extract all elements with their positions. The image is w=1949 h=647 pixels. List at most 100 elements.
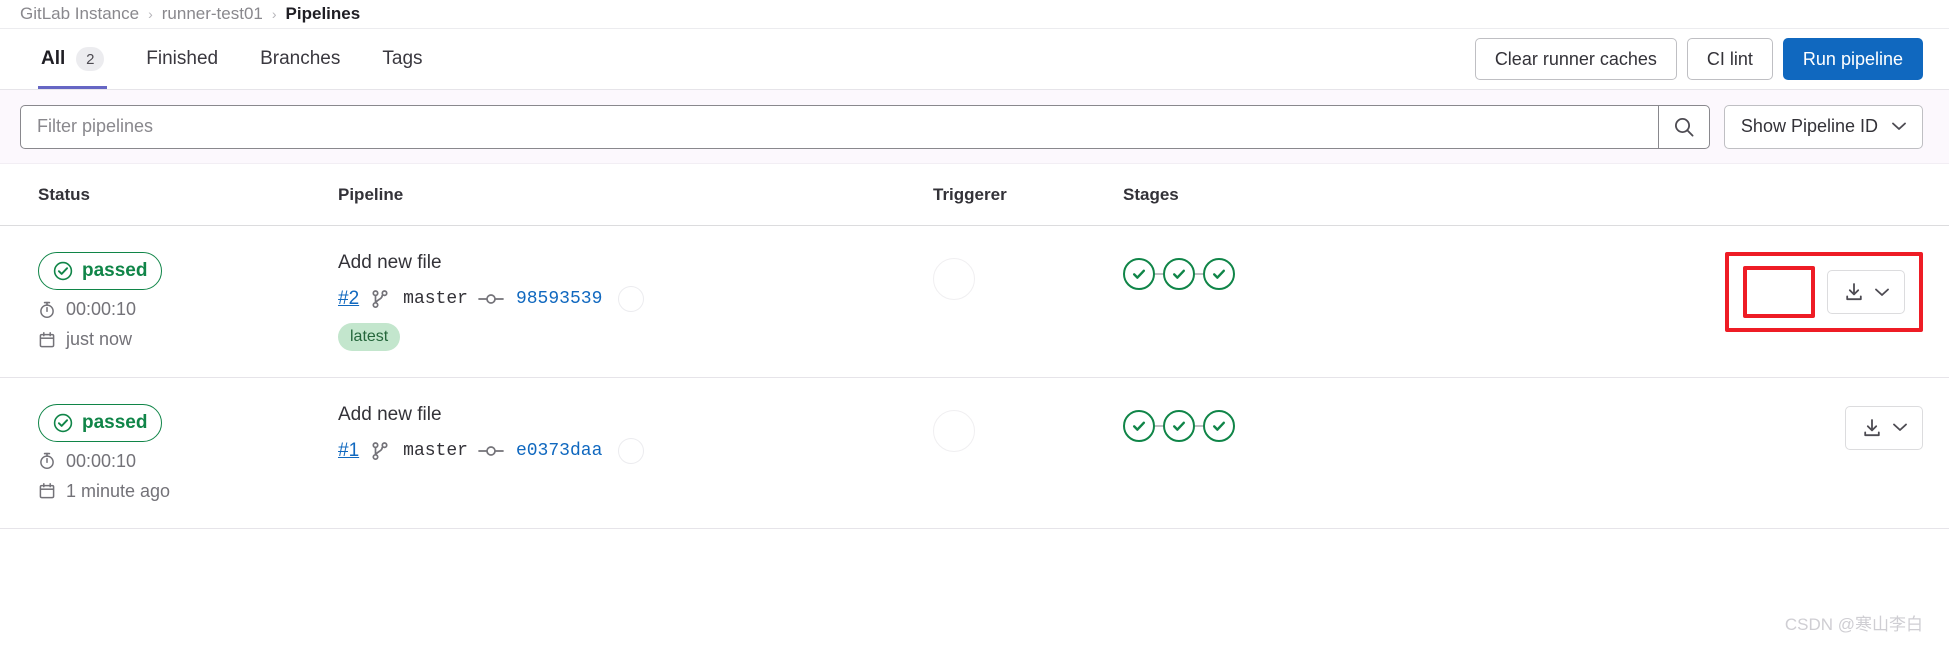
status-badge[interactable]: passed (38, 252, 163, 290)
search-icon (1674, 117, 1694, 137)
tab-branches[interactable]: Branches (239, 29, 361, 89)
ci-lint-button[interactable]: CI lint (1686, 38, 1773, 80)
tab-branches-label: Branches (260, 48, 341, 69)
tab-all-count-badge: 2 (76, 47, 105, 71)
branch-icon (372, 441, 388, 460)
annotation-highlight-box (1725, 252, 1923, 332)
stage-icon-passed[interactable] (1163, 258, 1195, 290)
row-actions-group (1845, 405, 1923, 450)
check-icon (1213, 269, 1225, 279)
check-icon (1173, 421, 1185, 431)
tab-tags-label: Tags (382, 48, 423, 69)
column-header-triggerer: Triggerer (933, 184, 1007, 204)
chevron-down-icon (1892, 122, 1906, 130)
pipeline-refs: #2 master 98593539 (338, 285, 933, 312)
download-icon (1846, 283, 1862, 301)
table-row[interactable]: passed 00:00:10 (0, 378, 1949, 529)
search-button[interactable] (1657, 104, 1710, 149)
check-icon (1133, 421, 1145, 431)
pipelines-table: Status Pipeline Triggerer Stages passed (0, 164, 1949, 529)
pipeline-branch-name[interactable]: master (403, 441, 468, 461)
show-pipeline-id-dropdown[interactable]: Show Pipeline ID (1723, 104, 1923, 149)
tab-all-label: All (41, 48, 66, 69)
stage-icon-passed[interactable] (1203, 409, 1235, 442)
row-duration: 00:00:10 (38, 299, 338, 320)
row-stages-cell (1123, 404, 1453, 442)
row-timestamp: 1 minute ago (38, 481, 338, 502)
tab-finished[interactable]: Finished (125, 29, 239, 89)
commit-icon (478, 445, 504, 456)
stopwatch-icon (40, 452, 54, 470)
row-triggerer-cell (933, 404, 1123, 452)
check-icon (1133, 269, 1145, 279)
commit-author-avatar[interactable] (618, 285, 645, 312)
search-input[interactable] (20, 104, 1658, 149)
stage-connector (1155, 273, 1163, 275)
pipelines-page: GitLab Instance › runner-test01 › Pipeli… (0, 0, 1949, 647)
chevron-down-icon (1893, 423, 1907, 432)
row-pipeline-cell: Add new file #1 master e0373daa (338, 404, 933, 464)
header-actions: Clear runner caches CI lint Run pipeline (1474, 38, 1923, 80)
breadcrumb-current: Pipelines (285, 4, 361, 23)
row-actions-cell (1453, 252, 1923, 332)
row-status-cell: passed 00:00:10 (38, 252, 338, 350)
run-pipeline-button[interactable]: Run pipeline (1782, 38, 1923, 80)
filter-bar: Show Pipeline ID (0, 90, 1949, 164)
stage-connector (1155, 424, 1163, 427)
stage-icon-passed[interactable] (1123, 258, 1155, 290)
row-status-cell: passed 00:00:10 (38, 403, 338, 502)
branch-icon (372, 289, 388, 308)
pipeline-title: Add new file (338, 252, 442, 273)
status-badge[interactable]: passed (38, 403, 163, 442)
column-header-pipeline: Pipeline (338, 184, 404, 204)
stage-icon-passed[interactable] (1163, 409, 1195, 442)
pipeline-commit-sha[interactable]: e0373daa (516, 441, 602, 461)
stage-connector (1195, 273, 1203, 275)
annotation-target-box (1743, 266, 1815, 318)
search-group (20, 104, 1710, 149)
clear-runner-caches-button[interactable]: Clear runner caches (1474, 38, 1677, 80)
column-header-status: Status (38, 184, 90, 204)
status-badge-label: passed (82, 411, 148, 433)
table-row[interactable]: passed 00:00:10 (0, 226, 1949, 378)
pipeline-commit-sha[interactable]: 98593539 (516, 289, 602, 309)
stage-connector (1195, 424, 1203, 427)
row-duration-text: 00:00:10 (66, 299, 137, 319)
status-badge-label: passed (82, 260, 148, 281)
tab-tags[interactable]: Tags (361, 29, 443, 89)
row-duration-text: 00:00:10 (66, 450, 137, 471)
triggerer-avatar[interactable] (933, 258, 975, 300)
status-passed-icon (53, 413, 73, 432)
column-header-stages: Stages (1123, 184, 1179, 204)
pipeline-refs: #1 master e0373daa (338, 437, 933, 464)
row-duration: 00:00:10 (38, 451, 338, 472)
pipeline-latest-badge: latest (338, 322, 401, 351)
pipeline-title: Add new file (338, 403, 442, 425)
breadcrumb: GitLab Instance › runner-test01 › Pipeli… (0, 0, 1949, 28)
check-icon (1173, 269, 1185, 279)
download-artifacts-button[interactable] (1845, 405, 1923, 450)
stages-list (1123, 409, 1453, 442)
stage-icon-passed[interactable] (1203, 258, 1235, 290)
table-header-row: Status Pipeline Triggerer Stages (0, 164, 1949, 226)
calendar-icon (39, 331, 55, 347)
calendar-icon (39, 483, 55, 499)
pipeline-id-link[interactable]: #1 (338, 440, 359, 462)
breadcrumb-item-project[interactable]: runner-test01 (162, 4, 263, 24)
pipeline-id-link[interactable]: #2 (338, 288, 359, 310)
row-timestamp-text: just now (66, 329, 133, 349)
tab-bar: All 2 Finished Branches Tags Clear runne… (0, 28, 1949, 90)
chevron-down-icon (1875, 288, 1889, 296)
status-passed-icon (53, 261, 73, 281)
download-artifacts-button[interactable] (1827, 270, 1905, 314)
pipeline-branch-name[interactable]: master (403, 289, 468, 309)
triggerer-avatar[interactable] (933, 409, 975, 452)
stages-list (1123, 258, 1453, 290)
check-icon (1213, 421, 1225, 431)
stage-icon-passed[interactable] (1123, 409, 1155, 442)
row-actions-cell (1453, 404, 1923, 450)
commit-author-avatar[interactable] (618, 437, 645, 464)
breadcrumb-item-instance[interactable]: GitLab Instance (20, 4, 139, 24)
tab-all[interactable]: All 2 (20, 29, 125, 89)
tab-list: All 2 Finished Branches Tags (20, 29, 444, 89)
